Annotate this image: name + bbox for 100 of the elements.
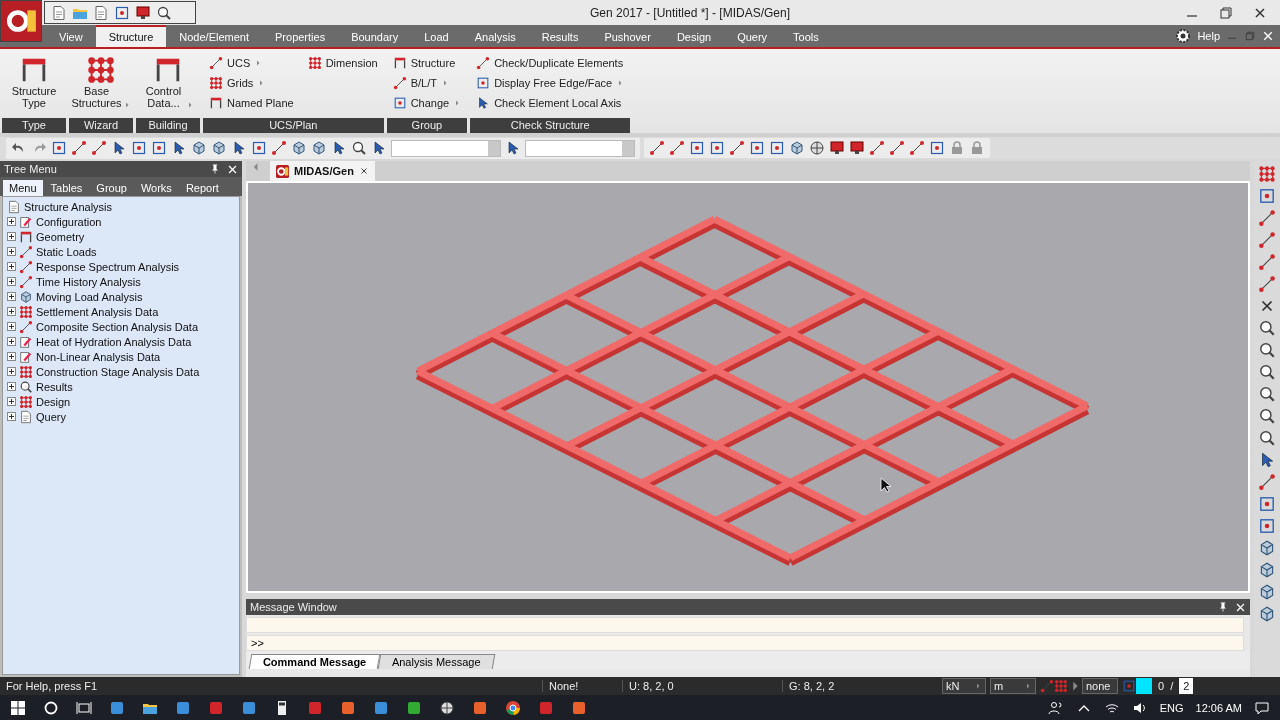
- select-box-icon[interactable]: [929, 140, 945, 156]
- cube-icon[interactable]: [1258, 561, 1276, 579]
- tree-item[interactable]: Time History Analysis: [36, 275, 141, 288]
- ribbon-tab[interactable]: View: [46, 25, 96, 47]
- length-unit-select[interactable]: m: [990, 678, 1036, 694]
- ribbon-tab[interactable]: Results: [528, 25, 592, 47]
- restore-icon[interactable]: [1218, 4, 1234, 21]
- tree-item[interactable]: Query: [36, 410, 66, 423]
- pointer-icon[interactable]: [111, 140, 127, 156]
- ribbon-tab[interactable]: Analysis: [461, 25, 529, 47]
- app-icon[interactable]: [175, 699, 191, 716]
- node-line-icon[interactable]: [1258, 209, 1276, 227]
- app-icon[interactable]: [538, 699, 554, 716]
- message-tab[interactable]: Command Message: [248, 654, 381, 669]
- tree-item[interactable]: Response Spectrum Analysis: [36, 260, 180, 273]
- ribbon-button[interactable]: Dimension: [305, 53, 380, 73]
- app-icon[interactable]: [109, 699, 125, 716]
- people-icon[interactable]: [1047, 699, 1064, 716]
- app-icon[interactable]: [307, 699, 323, 716]
- search-icon[interactable]: [43, 699, 59, 716]
- ribbon-button[interactable]: B/L/T: [390, 73, 464, 93]
- zoom-icon[interactable]: [1258, 407, 1276, 425]
- close-icon[interactable]: [1235, 601, 1246, 613]
- monitor-icon[interactable]: [829, 140, 845, 156]
- tree-tab[interactable]: Tables: [44, 180, 89, 196]
- page-value[interactable]: 0: [1158, 680, 1165, 692]
- close-icon[interactable]: [358, 166, 369, 176]
- expand-icon[interactable]: [7, 352, 16, 361]
- node-line-icon[interactable]: [729, 140, 745, 156]
- select-box-icon[interactable]: [769, 140, 785, 156]
- cube-icon[interactable]: [191, 140, 207, 156]
- cube-icon[interactable]: [291, 140, 307, 156]
- ribbon-button[interactable]: Check/Duplicate Elements: [474, 53, 627, 73]
- force-unit-select[interactable]: kN: [942, 678, 986, 694]
- zoom-icon[interactable]: [1258, 341, 1276, 359]
- ribbon-tab[interactable]: Load: [411, 25, 462, 47]
- node-line-icon[interactable]: [1258, 253, 1276, 271]
- expand-icon[interactable]: [7, 337, 16, 346]
- tree-item[interactable]: Configuration: [36, 215, 102, 228]
- select-box-icon[interactable]: [689, 140, 705, 156]
- color-swatch[interactable]: [1136, 678, 1152, 694]
- ribbon-button[interactable]: Grids: [207, 73, 296, 93]
- message-tab[interactable]: Analysis Message: [378, 654, 496, 669]
- select-box-icon[interactable]: [1258, 495, 1276, 513]
- expand-icon[interactable]: [7, 307, 16, 316]
- expand-icon[interactable]: [7, 322, 16, 331]
- tree-item[interactable]: Results: [36, 380, 73, 393]
- node-line-icon[interactable]: [909, 140, 925, 156]
- node-line-icon[interactable]: [649, 140, 665, 156]
- preview-icon[interactable]: [156, 4, 172, 21]
- zoom-icon[interactable]: [351, 140, 367, 156]
- pointer-icon[interactable]: [505, 140, 521, 156]
- ribbon-tab[interactable]: Pushover: [591, 25, 664, 47]
- command-prompt[interactable]: >>: [246, 635, 1244, 651]
- pointer-icon[interactable]: [371, 140, 387, 156]
- app-icon[interactable]: [373, 699, 389, 716]
- expand-icon[interactable]: [7, 292, 16, 301]
- app-icon[interactable]: [406, 699, 422, 716]
- close-icon[interactable]: [227, 163, 238, 175]
- ribbon-button[interactable]: UCS: [207, 53, 296, 73]
- cube-icon[interactable]: [1258, 539, 1276, 557]
- cube-icon[interactable]: [1258, 605, 1276, 623]
- select-box-icon[interactable]: [1258, 517, 1276, 535]
- pointer-icon[interactable]: [231, 140, 247, 156]
- select-box-icon[interactable]: [251, 140, 267, 156]
- node-line-icon[interactable]: [91, 140, 107, 156]
- grid-icon[interactable]: [1054, 679, 1068, 693]
- tree-item[interactable]: Design: [36, 395, 71, 408]
- pointer-icon[interactable]: [331, 140, 347, 156]
- select-box-icon[interactable]: [749, 140, 765, 156]
- node-line-icon[interactable]: [271, 140, 287, 156]
- expand-icon[interactable]: [7, 247, 16, 256]
- expand-icon[interactable]: [7, 367, 16, 376]
- ribbon-button[interactable]: Change: [390, 93, 464, 113]
- browser-icon[interactable]: [505, 699, 521, 716]
- language-indicator[interactable]: ENG: [1159, 701, 1184, 714]
- node-line-icon[interactable]: [669, 140, 685, 156]
- cube-icon[interactable]: [789, 140, 805, 156]
- new-file-icon[interactable]: [51, 4, 67, 21]
- close-icon[interactable]: [1262, 30, 1274, 42]
- ribbon-tab[interactable]: Tools: [780, 25, 832, 47]
- ribbon-button[interactable]: Named Plane: [207, 93, 296, 113]
- node-line-icon[interactable]: [1258, 473, 1276, 491]
- app-icon[interactable]: [472, 699, 488, 716]
- select-box-icon[interactable]: [1258, 187, 1276, 205]
- ribbon-button[interactable]: Structure: [390, 53, 464, 73]
- grid-icon[interactable]: [1258, 165, 1276, 183]
- tree-item[interactable]: Static Loads: [36, 245, 97, 258]
- expand-icon[interactable]: [7, 277, 16, 286]
- expand-icon[interactable]: [7, 232, 16, 241]
- zoom-icon[interactable]: [1258, 363, 1276, 381]
- node-line-icon[interactable]: [71, 140, 87, 156]
- ribbon-tab[interactable]: Node/Element: [166, 25, 262, 47]
- ribbon-tab[interactable]: Structure: [95, 25, 167, 47]
- task-view-icon[interactable]: [76, 699, 92, 716]
- help-menu[interactable]: Help: [1197, 30, 1220, 42]
- ribbon-button[interactable]: Structure Type: [6, 53, 62, 118]
- node-line-icon[interactable]: [869, 140, 885, 156]
- mode-select[interactable]: none: [1082, 678, 1118, 694]
- ribbon-button[interactable]: Display Free Edge/Face: [474, 73, 627, 93]
